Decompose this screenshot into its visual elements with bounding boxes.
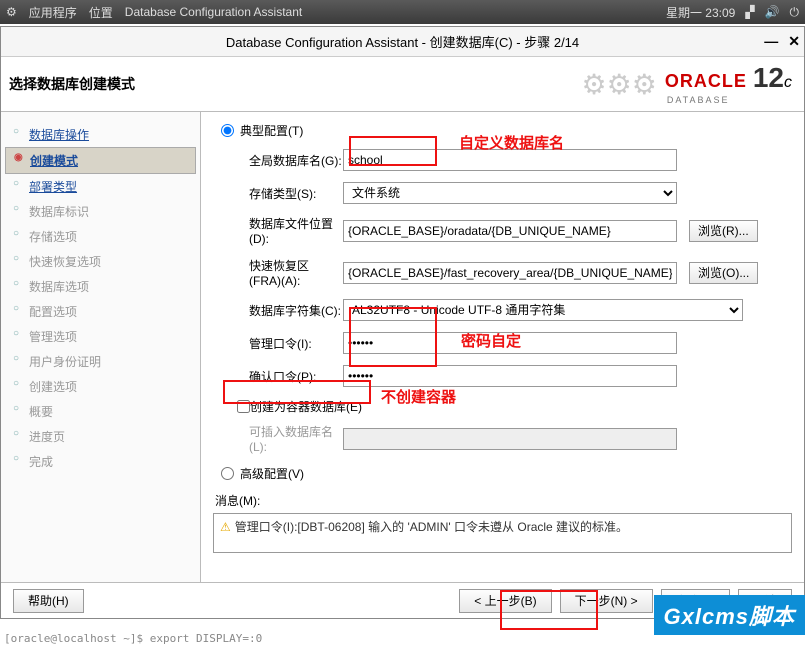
pluggable-db-label: 可插入数据库名(L): <box>213 423 343 454</box>
apps-menu[interactable]: 应用程序 <box>29 4 77 21</box>
app-window: Database Configuration Assistant - 创建数据库… <box>0 26 805 619</box>
typical-config-label: 典型配置(T) <box>240 122 303 139</box>
sidebar-item-create-options: 创建选项 <box>5 374 196 399</box>
next-button[interactable]: 下一步(N) > <box>560 589 653 613</box>
wizard-header: 选择数据库创建模式 ⚙⚙⚙ ORACLE DATABASE 12c <box>1 57 804 112</box>
help-button[interactable]: 帮助(H) <box>13 589 84 613</box>
page-subtitle: 选择数据库创建模式 <box>1 74 582 94</box>
version-suffix: c <box>784 74 792 92</box>
network-icon[interactable]: ▞ <box>745 5 754 19</box>
close-button[interactable]: ✕ <box>788 33 800 50</box>
confirm-password-label: 确认口令(P): <box>213 368 343 385</box>
minimize-button[interactable]: — <box>764 33 778 50</box>
terminal-peek: [oracle@localhost ~]$ export DISPLAY=:0 <box>4 632 262 645</box>
window-titlebar: Database Configuration Assistant - 创建数据库… <box>1 27 804 57</box>
gear-decoration-icon: ⚙⚙⚙ <box>582 68 657 101</box>
confirm-password-input[interactable] <box>343 365 677 387</box>
storage-type-select[interactable]: 文件系统 <box>343 182 677 204</box>
back-button[interactable]: < 上一步(B) <box>459 589 551 613</box>
os-topbar: ⚙ 应用程序 位置 Database Configuration Assista… <box>0 0 805 24</box>
global-db-name-input[interactable] <box>343 149 677 171</box>
advanced-config-radio[interactable] <box>221 467 234 480</box>
container-db-checkbox[interactable] <box>237 400 250 413</box>
charset-select[interactable]: AL32UTF8 - Unicode UTF-8 通用字符集 <box>343 299 743 321</box>
brand-text: ORACLE <box>665 71 747 91</box>
storage-type-label: 存储类型(S): <box>213 185 343 202</box>
sidebar-item-fast-recovery: 快速恢复选项 <box>5 249 196 274</box>
sidebar-item-mgmt-options: 管理选项 <box>5 324 196 349</box>
sidebar-item-finish: 完成 <box>5 449 196 474</box>
fra-label: 快速恢复区 (FRA)(A): <box>213 257 343 288</box>
fra-input[interactable] <box>343 262 677 284</box>
sidebar-item-summary: 概要 <box>5 399 196 424</box>
admin-password-input[interactable] <box>343 332 677 354</box>
sidebar-item-create-mode[interactable]: 创建模式 <box>5 147 196 174</box>
container-db-label: 创建为容器数据库(E) <box>250 398 362 415</box>
watermark: Gxlcms脚本 <box>654 595 805 635</box>
browse-db-file-button[interactable]: 浏览(R)... <box>689 220 758 242</box>
oracle-logo: ORACLE DATABASE 12c <box>665 62 792 106</box>
wizard-sidebar: 数据库操作 创建模式 部署类型 数据库标识 存储选项 快速恢复选项 数据库选项 … <box>1 112 201 582</box>
clock: 星期一 23:09 <box>666 4 735 21</box>
charset-label: 数据库字符集(C): <box>213 302 343 319</box>
window-title: Database Configuration Assistant - 创建数据库… <box>226 32 579 51</box>
db-file-location-input[interactable] <box>343 220 677 242</box>
brand-sub: DATABASE <box>667 95 730 105</box>
sidebar-item-user-creds: 用户身份证明 <box>5 349 196 374</box>
sidebar-item-db-operation[interactable]: 数据库操作 <box>5 122 196 147</box>
sidebar-item-config-options: 配置选项 <box>5 299 196 324</box>
sidebar-item-deploy-type[interactable]: 部署类型 <box>5 174 196 199</box>
browse-fra-button[interactable]: 浏览(O)... <box>689 262 758 284</box>
sidebar-item-storage: 存储选项 <box>5 224 196 249</box>
messages-label: 消息(M): <box>215 492 792 509</box>
advanced-config-label: 高级配置(V) <box>240 465 304 482</box>
wizard-content: 典型配置(T) 全局数据库名(G): 存储类型(S): 文件系统 数据库文件位置… <box>201 112 804 582</box>
db-file-location-label: 数据库文件位置(D): <box>213 215 343 246</box>
pluggable-db-input <box>343 428 677 450</box>
typical-config-radio[interactable] <box>221 124 234 137</box>
sidebar-item-progress: 进度页 <box>5 424 196 449</box>
sidebar-item-db-options: 数据库选项 <box>5 274 196 299</box>
active-app-title: Database Configuration Assistant <box>125 5 302 19</box>
location-menu[interactable]: 位置 <box>89 4 113 21</box>
warning-message: 管理口令(I):[DBT-06208] 输入的 'ADMIN' 口令未遵从 Or… <box>220 518 785 535</box>
sidebar-item-db-ident: 数据库标识 <box>5 199 196 224</box>
apps-menu-icon: ⚙ <box>6 5 17 19</box>
version-number: 12 <box>753 62 784 94</box>
global-db-name-label: 全局数据库名(G): <box>213 152 343 169</box>
admin-password-label: 管理口令(I): <box>213 335 343 352</box>
power-icon[interactable]: ⏻ <box>790 5 800 20</box>
volume-icon[interactable]: 🔊 <box>765 5 780 19</box>
messages-box: 管理口令(I):[DBT-06208] 输入的 'ADMIN' 口令未遵从 Or… <box>213 513 792 553</box>
